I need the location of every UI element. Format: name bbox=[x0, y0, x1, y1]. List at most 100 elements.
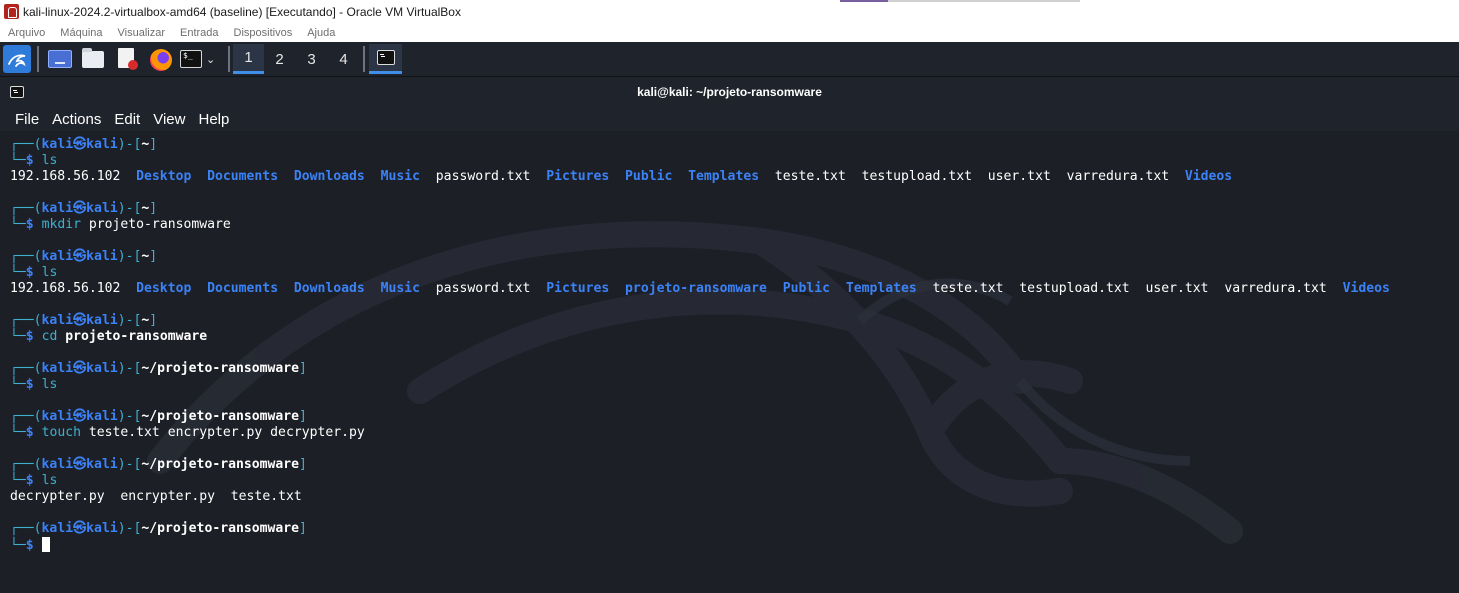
vbox-menu-visualizar[interactable]: Visualizar bbox=[118, 27, 166, 39]
workspace-2-button[interactable]: 2 bbox=[264, 44, 295, 74]
prompt-cwd: ~/projeto-ransomware bbox=[141, 457, 300, 472]
prompt-user-host: kali㉿kali bbox=[41, 409, 118, 424]
directory-entry: Templates bbox=[845, 281, 917, 296]
vbox-menu-ajuda[interactable]: Ajuda bbox=[307, 27, 335, 39]
directory-entry: Documents bbox=[207, 169, 279, 184]
prompt-frame: )-[ bbox=[117, 137, 142, 152]
prompt-frame: ] bbox=[149, 201, 158, 216]
prompt-cwd: ~/projeto-ransomware bbox=[141, 361, 300, 376]
kali-applications-menu-button[interactable] bbox=[3, 45, 31, 73]
directory-entry: projeto-ransomware bbox=[625, 281, 767, 296]
prompt-user-host: kali㉿kali bbox=[41, 457, 118, 472]
taskbar-terminal-window-button[interactable] bbox=[369, 44, 402, 74]
panel-separator bbox=[37, 46, 39, 72]
prompt-frame: └─ bbox=[10, 425, 26, 440]
prompt-dollar: $ bbox=[25, 473, 42, 488]
directory-entry: Public bbox=[782, 281, 831, 296]
kali-dragon-icon bbox=[8, 54, 26, 67]
vbox-menu-dispositivos[interactable]: Dispositivos bbox=[234, 27, 293, 39]
terminal-menu-actions[interactable]: Actions bbox=[52, 111, 101, 128]
prompt-frame: ┌──( bbox=[10, 521, 42, 536]
directory-entry: Videos bbox=[1342, 281, 1390, 296]
workspace-1-button[interactable]: 1 bbox=[233, 44, 264, 74]
output-spacer bbox=[1130, 281, 1146, 296]
prompt-line: ┌──(kali㉿kali)-[~/projeto-ransomware] bbox=[10, 361, 1455, 377]
prompt-frame: )-[ bbox=[117, 249, 142, 264]
command-line: └─$ mkdir projeto-ransomware bbox=[10, 217, 1455, 233]
vbox-menubar: Arquivo Máquina Visualizar Entrada Dispo… bbox=[0, 23, 1459, 42]
prompt-dollar: $ bbox=[25, 217, 42, 232]
prompt-line: ┌──(kali㉿kali)-[~/projeto-ransomware] bbox=[10, 457, 1455, 473]
directory-entry: Music bbox=[380, 169, 421, 184]
output-line: 192.168.56.102 Desktop Documents Downloa… bbox=[10, 281, 1455, 297]
terminal-launcher-icon[interactable]: $_ bbox=[180, 50, 202, 68]
prompt-frame: └─ bbox=[10, 538, 26, 553]
command-line: └─$ touch teste.txt encrypter.py decrypt… bbox=[10, 425, 1455, 441]
vbox-menu-arquivo[interactable]: Arquivo bbox=[8, 27, 45, 39]
output-spacer bbox=[917, 281, 933, 296]
command-line: └─$ bbox=[10, 537, 1455, 553]
vbox-window-title: kali-linux-2024.2-virtualbox-amd64 (base… bbox=[23, 4, 461, 19]
file-entry: testupload.txt bbox=[861, 169, 972, 184]
prompt-line: ┌──(kali㉿kali)-[~] bbox=[10, 201, 1455, 217]
prompt-frame: └─ bbox=[10, 473, 26, 488]
file-manager-icon[interactable] bbox=[82, 48, 104, 68]
terminal-menu-help[interactable]: Help bbox=[198, 111, 229, 128]
output-spacer bbox=[530, 169, 546, 184]
workspace-4-button[interactable]: 4 bbox=[328, 44, 359, 74]
terminal-titlebar: kali@kali: ~/projeto-ransomware bbox=[0, 77, 1459, 107]
terminal-icon bbox=[376, 50, 395, 65]
prompt-line: ┌──(kali㉿kali)-[~/projeto-ransomware] bbox=[10, 521, 1455, 537]
command-name: mkdir bbox=[41, 217, 81, 232]
file-entry: teste.txt bbox=[230, 489, 302, 504]
directory-entry: Documents bbox=[207, 281, 279, 296]
output-spacer bbox=[759, 169, 775, 184]
file-entry: password.txt bbox=[435, 281, 531, 296]
vbox-menu-entrada[interactable]: Entrada bbox=[180, 27, 219, 39]
terminal-menubar: File Actions Edit View Help bbox=[0, 107, 1459, 131]
terminal-menu-edit[interactable]: Edit bbox=[114, 111, 140, 128]
file-entry: teste.txt bbox=[932, 281, 1004, 296]
output-spacer bbox=[215, 489, 231, 504]
vbox-menu-maquina[interactable]: Máquina bbox=[60, 27, 102, 39]
text-editor-icon[interactable] bbox=[118, 48, 138, 70]
output-spacer bbox=[365, 169, 381, 184]
show-desktop-icon[interactable] bbox=[48, 50, 72, 68]
xfce-top-panel: $_ ⌄ 1 2 3 4 bbox=[0, 42, 1459, 77]
output-line: decrypter.py encrypter.py teste.txt bbox=[10, 489, 1455, 505]
prompt-user-host: kali㉿kali bbox=[41, 201, 118, 216]
workspace-3-button[interactable]: 3 bbox=[296, 44, 327, 74]
terminal-output-area[interactable]: ┌──(kali㉿kali)-[~] └─$ ls 192.168.56.102 D… bbox=[0, 131, 1459, 593]
directory-entry: Videos bbox=[1184, 169, 1233, 184]
terminal-window-title: kali@kali: ~/projeto-ransomware bbox=[637, 85, 822, 99]
prompt-dollar: $ bbox=[25, 153, 42, 168]
terminal-menu-file[interactable]: File bbox=[15, 111, 39, 128]
prompt-frame: ┌──( bbox=[10, 137, 42, 152]
prompt-frame: )-[ bbox=[117, 521, 142, 536]
output-spacer bbox=[420, 281, 436, 296]
output-spacer bbox=[120, 169, 136, 184]
command-name: ls bbox=[41, 473, 58, 488]
terminal-menu-view[interactable]: View bbox=[153, 111, 185, 128]
output-spacer bbox=[1051, 169, 1067, 184]
output-spacer bbox=[609, 169, 625, 184]
output-spacer bbox=[672, 169, 688, 184]
prompt-user-host: kali㉿kali bbox=[41, 521, 118, 536]
prompt-dollar: $ bbox=[25, 425, 42, 440]
command-line: └─$ ls bbox=[10, 265, 1455, 281]
prompt-frame: └─ bbox=[10, 377, 26, 392]
terminal-window-icon bbox=[10, 86, 24, 98]
terminal-cursor bbox=[41, 537, 50, 552]
directory-entry: Downloads bbox=[293, 169, 365, 184]
output-spacer bbox=[278, 169, 294, 184]
prompt-dollar: $ bbox=[25, 538, 42, 553]
prompt-user-host: kali㉿kali bbox=[41, 137, 118, 152]
directory-entry: Desktop bbox=[136, 281, 192, 296]
firefox-icon[interactable] bbox=[150, 49, 172, 71]
prompt-frame: )-[ bbox=[117, 201, 142, 216]
prompt-dollar: $ bbox=[25, 377, 42, 392]
chevron-down-icon[interactable]: ⌄ bbox=[206, 53, 220, 66]
